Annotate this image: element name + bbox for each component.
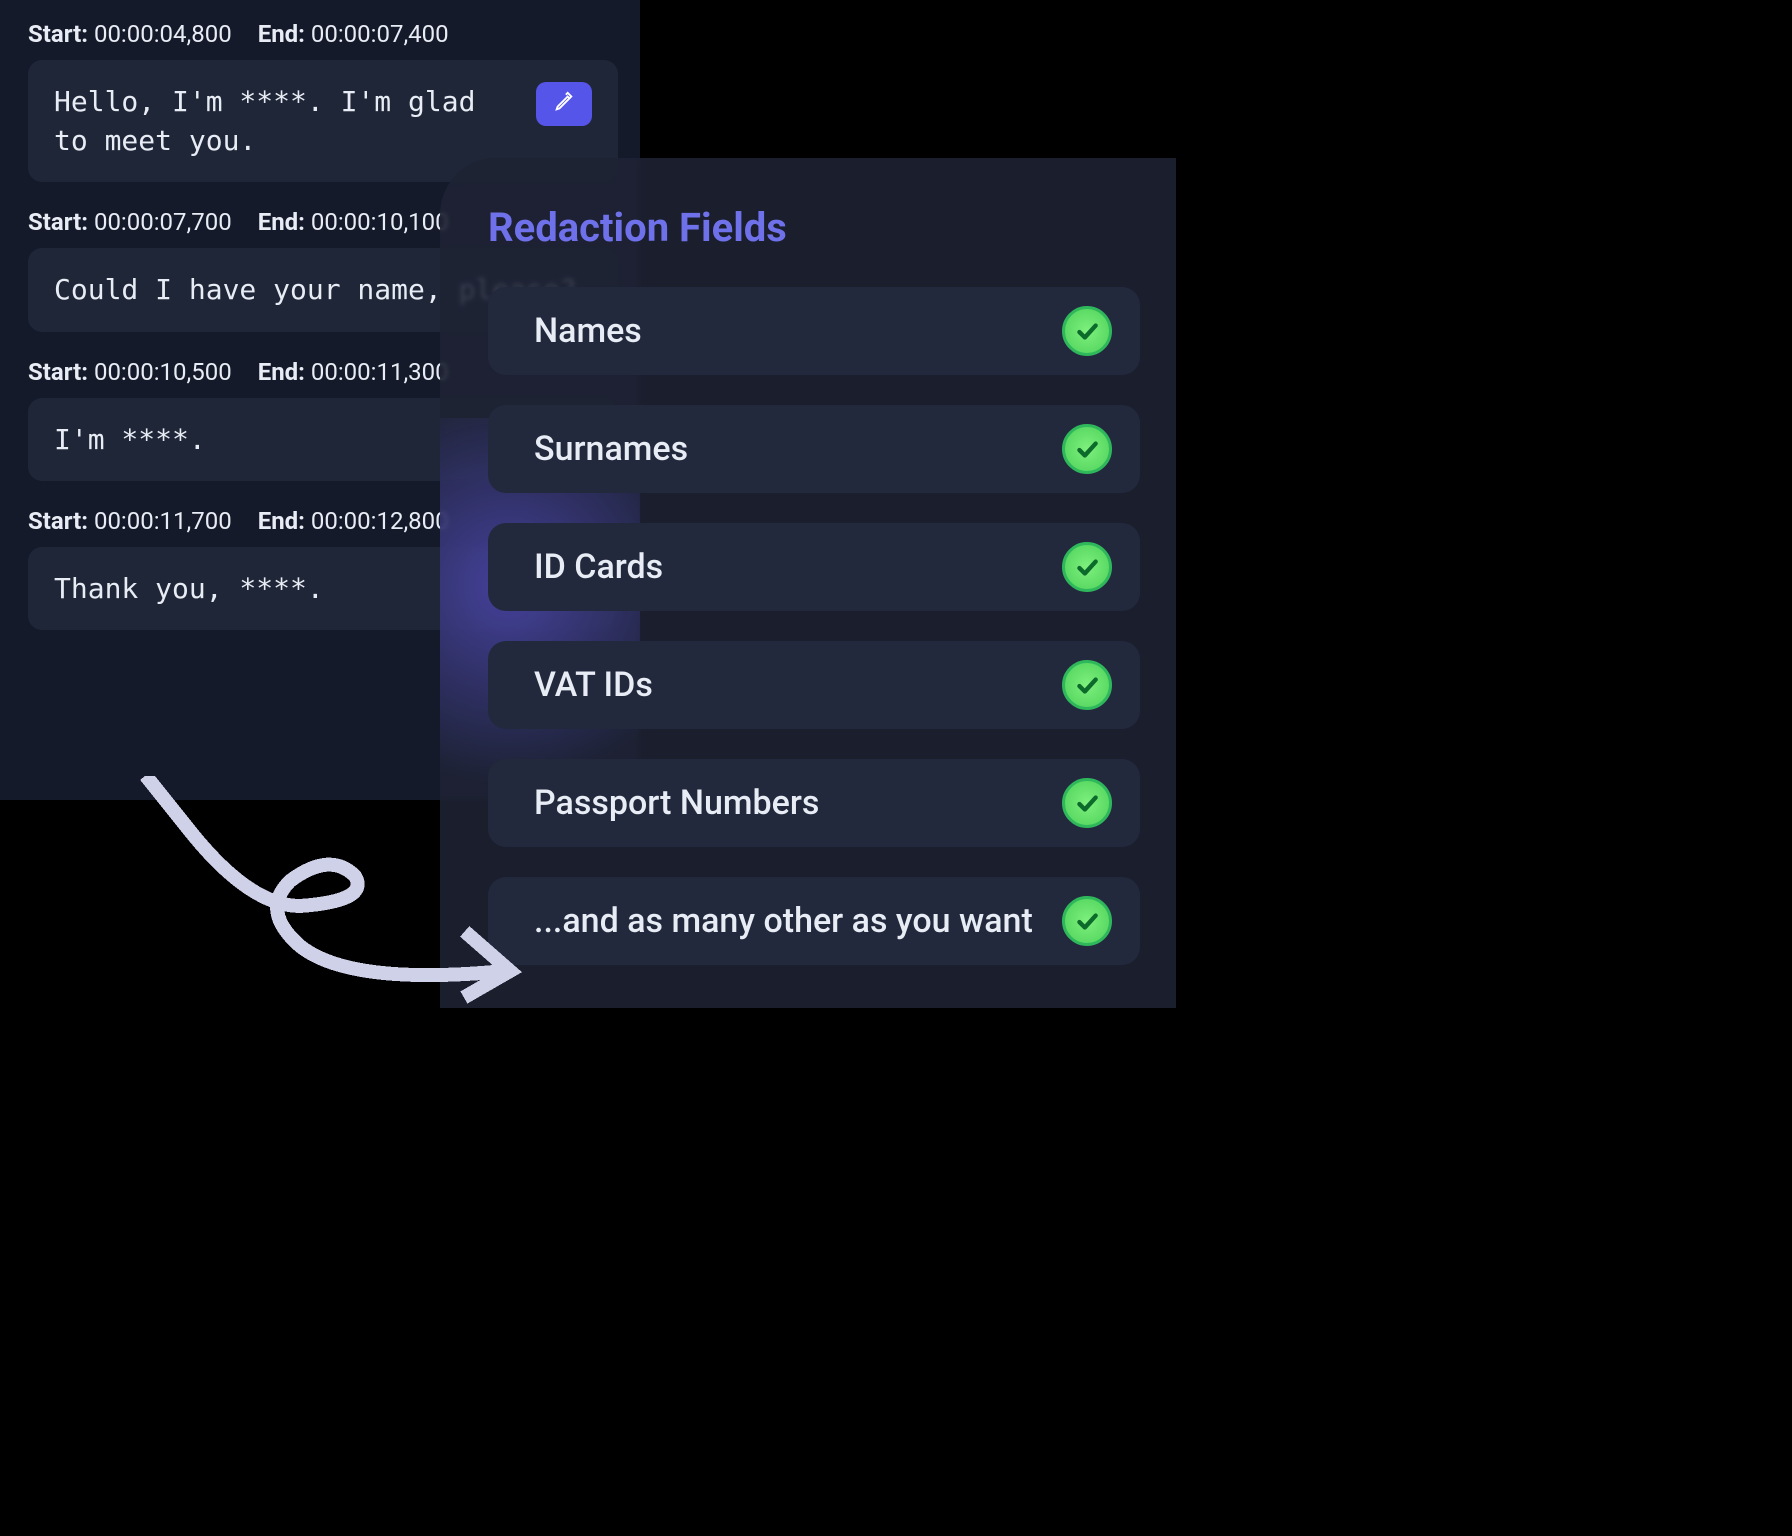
redaction-field[interactable]: Surnames [488,405,1140,493]
end-group: End: 00:00:10,100 [258,208,449,236]
start-label: Start: [28,20,88,48]
start-group: Start: 00:00:07,700 [28,208,232,236]
start-group: Start: 00:00:11,700 [28,507,232,535]
redaction-field[interactable]: Passport Numbers [488,759,1140,847]
end-group: End: 00:00:12,800 [258,507,449,535]
start-time: 00:00:04,800 [94,20,232,48]
redaction-panel: Redaction Fields Names Surnames ID Cards… [440,158,1176,1008]
start-label: Start: [28,208,88,236]
segment-times: Start: 00:00:04,800 End: 00:00:07,400 [28,20,618,48]
checkmark-icon [1062,896,1112,946]
start-label: Start: [28,358,88,386]
redaction-field-label: Surnames [534,429,688,469]
end-label: End: [258,507,305,535]
start-group: Start: 00:00:04,800 [28,20,232,48]
redaction-field-label: VAT IDs [534,665,653,705]
start-time: 00:00:10,500 [94,358,232,386]
start-time: 00:00:11,700 [94,507,232,535]
checkmark-icon [1062,660,1112,710]
checkmark-icon [1062,542,1112,592]
redaction-field[interactable]: ID Cards [488,523,1140,611]
end-time: 00:00:07,400 [311,20,449,48]
redaction-field-label: ...and as many other as you want [534,901,1033,941]
checkmark-icon [1062,778,1112,828]
redaction-field[interactable]: VAT IDs [488,641,1140,729]
redaction-field-label: Passport Numbers [534,783,819,823]
checkmark-icon [1062,306,1112,356]
end-time: 00:00:11,300 [311,358,449,386]
checkmark-icon [1062,424,1112,474]
pencil-icon [553,91,575,117]
end-group: End: 00:00:11,300 [258,358,449,386]
redaction-field-label: Names [534,311,642,351]
redaction-field-label: ID Cards [534,547,663,587]
end-group: End: 00:00:07,400 [258,20,449,48]
end-label: End: [258,20,305,48]
transcript-text: Hello, I'm ****. I'm glad to meet you. [54,82,518,160]
redaction-field[interactable]: Names [488,287,1140,375]
edit-button[interactable] [536,82,592,126]
redaction-field[interactable]: ...and as many other as you want [488,877,1140,965]
stage: Start: 00:00:04,800 End: 00:00:07,400 He… [0,0,1176,1008]
end-time: 00:00:10,100 [311,208,449,236]
end-label: End: [258,358,305,386]
redaction-title: Redaction Fields [488,204,1140,251]
start-time: 00:00:07,700 [94,208,232,236]
start-label: Start: [28,507,88,535]
start-group: Start: 00:00:10,500 [28,358,232,386]
end-time: 00:00:12,800 [311,507,449,535]
end-label: End: [258,208,305,236]
